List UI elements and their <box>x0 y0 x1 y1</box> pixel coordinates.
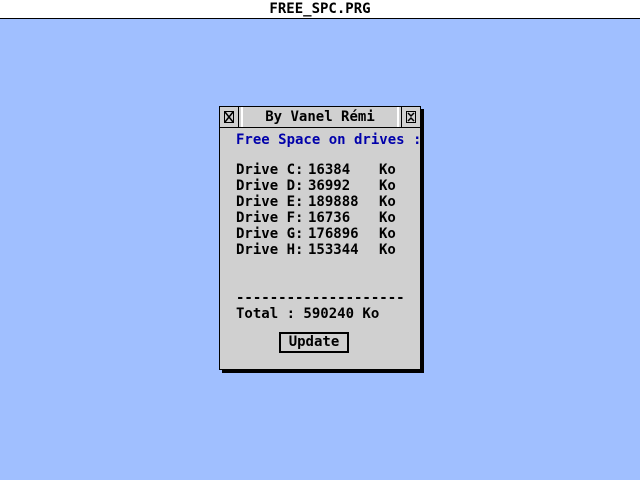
program-title-bar: FREE_SPC.PRG <box>0 0 640 19</box>
window-title[interactable]: By Vanel Rémi <box>241 107 399 127</box>
drive-free-space: 153344 <box>308 242 359 258</box>
drive-label: Drive D: <box>236 178 304 194</box>
drive-free-space: 189888 <box>308 194 359 210</box>
drive-unit: Ko <box>379 226 396 242</box>
drive-label: Drive G: <box>236 226 304 242</box>
drive-free-space: 16736 <box>308 210 351 226</box>
drive-unit: Ko <box>379 194 396 210</box>
drive-label: Drive C: <box>236 162 304 178</box>
drive-unit: Ko <box>379 242 396 258</box>
separator-line: -------------------- <box>236 290 405 306</box>
drive-unit: Ko <box>379 210 396 226</box>
drive-unit: Ko <box>379 162 396 178</box>
window-title-bar[interactable]: By Vanel Rémi <box>220 107 420 128</box>
heading: Free Space on drives : <box>236 132 422 148</box>
total-free-space: Total : 590240 Ko <box>236 306 380 322</box>
drive-unit: Ko <box>379 178 396 194</box>
drive-free-space: 176896 <box>308 226 359 242</box>
fuller-icon <box>406 111 416 123</box>
drive-label: Drive H: <box>236 242 304 258</box>
drive-label: Drive F: <box>236 210 304 226</box>
close-icon <box>224 111 234 123</box>
update-button[interactable]: Update <box>279 332 349 353</box>
fuller-button[interactable] <box>401 107 420 127</box>
drive-free-space: 16384 <box>308 162 351 178</box>
drive-free-space: 36992 <box>308 178 351 194</box>
program-name: FREE_SPC.PRG <box>269 1 371 17</box>
free-space-window: By Vanel Rémi Free Space on drives : Dri… <box>219 106 421 370</box>
close-button[interactable] <box>220 107 239 127</box>
drive-label: Drive E: <box>236 194 304 210</box>
